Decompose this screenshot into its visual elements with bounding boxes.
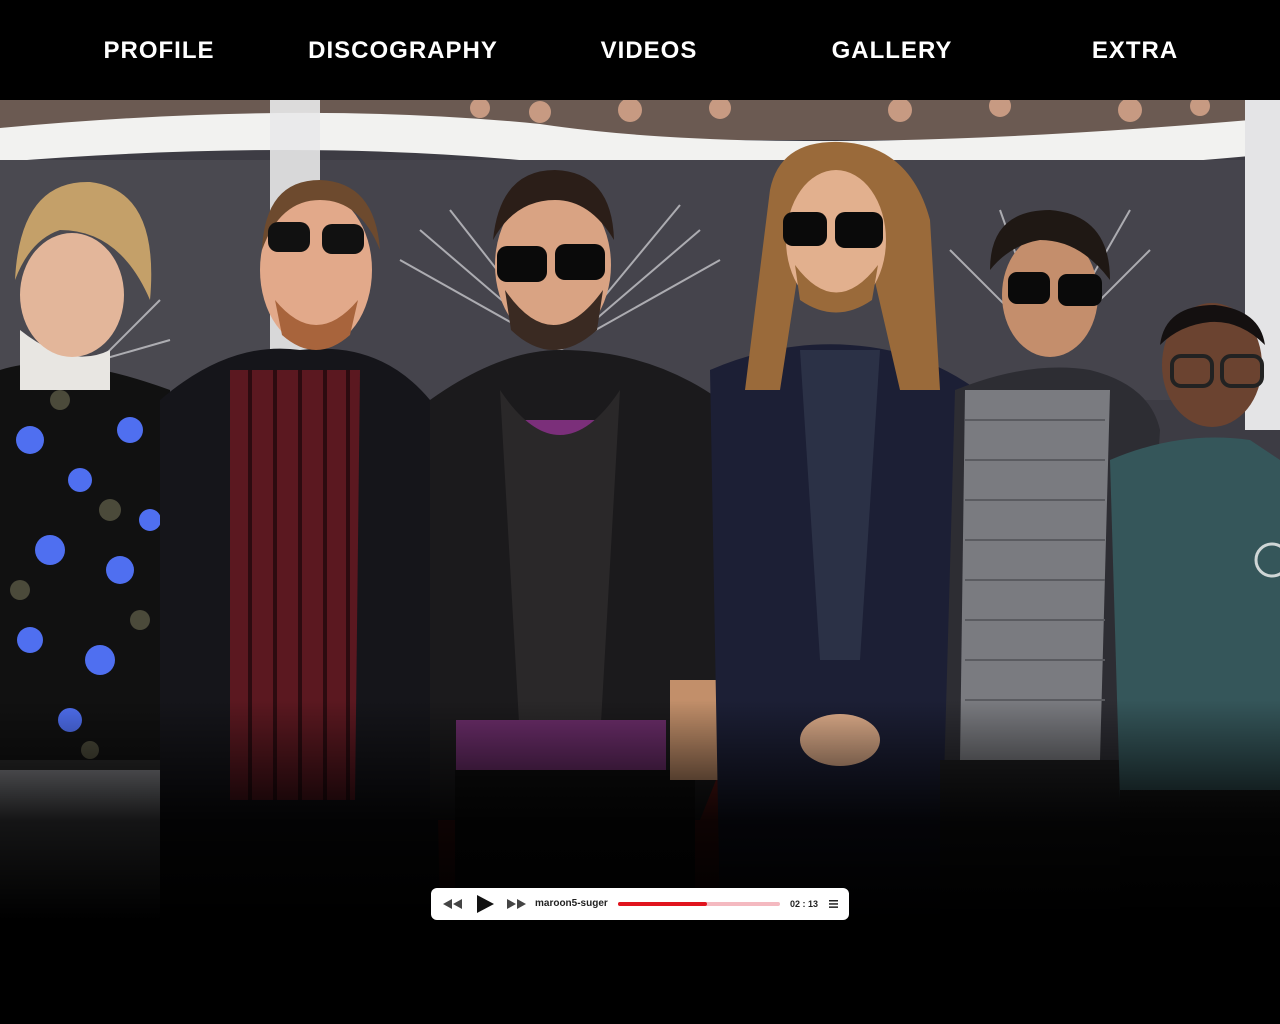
hero-bottom-fade xyxy=(0,700,1280,920)
rewind-icon xyxy=(443,899,462,909)
fast-forward-icon xyxy=(507,899,526,909)
fast-forward-button[interactable] xyxy=(503,888,531,920)
playlist-menu-button[interactable] xyxy=(825,888,841,920)
page: PROFILE DISCOGRAPHY VIDEOS GALLERY EXTRA xyxy=(0,0,1280,1024)
top-navigation: PROFILE DISCOGRAPHY VIDEOS GALLERY EXTRA xyxy=(0,0,1280,100)
progress-bar-played xyxy=(618,902,708,906)
playback-time: 02 : 13 xyxy=(790,899,819,909)
play-button[interactable] xyxy=(471,888,499,920)
progress-bar[interactable] xyxy=(618,902,780,906)
nav-item-videos[interactable]: VIDEOS xyxy=(586,36,712,66)
nav-item-profile[interactable]: PROFILE xyxy=(88,36,230,66)
hero-band-photo xyxy=(0,100,1280,920)
nav-item-extra[interactable]: EXTRA xyxy=(1078,36,1192,66)
play-icon xyxy=(477,895,494,913)
nav-item-gallery[interactable]: GALLERY xyxy=(816,36,968,66)
nav-item-discography[interactable]: DISCOGRAPHY xyxy=(292,36,514,66)
track-title: maroon5-suger xyxy=(535,898,608,909)
playlist-menu-icon xyxy=(828,900,838,908)
audio-player: maroon5-suger 02 : 13 xyxy=(431,888,849,920)
rewind-button[interactable] xyxy=(439,888,467,920)
